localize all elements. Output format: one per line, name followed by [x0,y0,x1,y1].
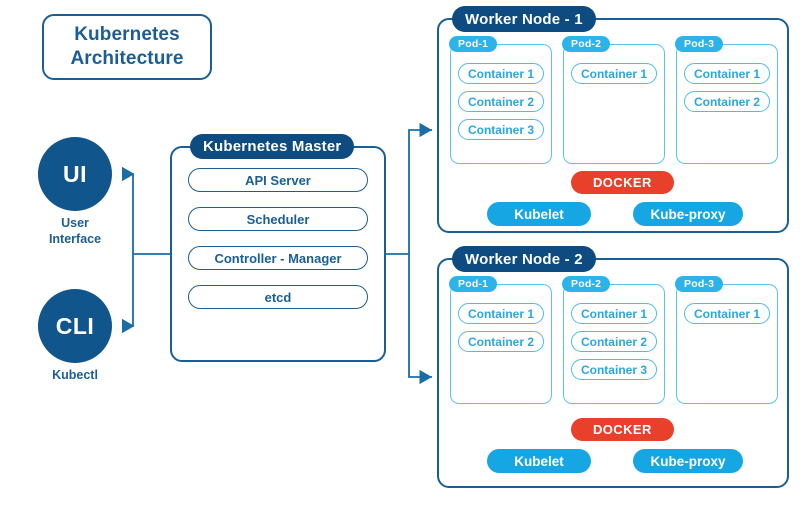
client-ui-label: UI [63,160,87,187]
worker-node-1-pod-2-label: Pod-2 [562,36,611,52]
container-pill: Container 2 [571,331,657,352]
worker-node-1-pod-1: Pod-1 Container 1 Container 2 Container … [449,36,552,164]
container-pill: Container 3 [458,119,544,140]
worker-node-2-pod-3: Pod-3 Container 1 [675,276,778,404]
master-component-api-server-label: API Server [245,172,311,188]
kubernetes-master-header-label: Kubernetes Master [203,138,342,155]
master-component-scheduler-label: Scheduler [246,211,310,227]
page-title: Kubernetes Architecture [70,23,183,71]
worker-node-2-docker-label: DOCKER [593,422,652,437]
worker-node-2-kube-proxy-label: Kube-proxy [650,453,726,469]
worker-node-1-kube-proxy-label: Kube-proxy [650,206,726,222]
container-pill: Container 1 [684,303,770,324]
worker-node-2-pod-1-label: Pod-1 [449,276,498,292]
master-component-scheduler: Scheduler [188,207,368,231]
container-pill: Container 1 [458,63,544,84]
master-component-api-server: API Server [188,168,368,192]
container-pill: Container 1 [458,303,544,324]
kubernetes-master-components: API Server Scheduler Controller - Manage… [170,168,386,309]
worker-node-1-pods: Pod-1 Container 1 Container 2 Container … [449,36,778,164]
worker-node-1-docker-pill: DOCKER [571,171,674,194]
worker-node-2-pod-2-label: Pod-2 [562,276,611,292]
container-pill: Container 2 [458,331,544,352]
client-ui-caption: User Interface [15,216,135,247]
worker-node-2-pod-2: Pod-2 Container 1 Container 2 Container … [562,276,665,404]
worker-node-1-header-label: Worker Node - 1 [465,10,583,28]
worker-node-1-kube-proxy-pill: Kube-proxy [633,202,743,226]
container-pill: Container 2 [458,91,544,112]
page-title-line-2: Architecture [70,48,184,69]
master-component-controller-manager-label: Controller - Manager [214,250,342,266]
client-ui-circle: UI [38,137,112,211]
worker-node-1-kubelet-pill: Kubelet [487,202,591,226]
kubernetes-architecture-diagram: Kubernetes Architecture UI User Interfac… [0,0,800,506]
worker-node-1-pod-2: Pod-2 Container 1 [562,36,665,164]
worker-node-2-header-label: Worker Node - 2 [465,250,583,268]
container-pill: Container 2 [684,91,770,112]
worker-node-2-kubelet-pill: Kubelet [487,449,591,473]
client-ui-caption-line-2: Interface [48,231,102,246]
page-title-line-1: Kubernetes [74,24,180,46]
worker-node-1-pod-3: Pod-3 Container 1 Container 2 [675,36,778,164]
worker-node-2-kubelet-label: Kubelet [514,453,564,469]
master-component-controller-manager: Controller - Manager [188,246,368,270]
worker-node-2-pods: Pod-1 Container 1 Container 2 Pod-2 Cont… [449,276,778,404]
worker-node-1-header: Worker Node - 1 [452,6,596,32]
container-pill: Container 1 [571,303,657,324]
container-pill: Container 1 [571,63,657,84]
worker-node-2-docker-pill: DOCKER [571,418,674,441]
client-cli-circle: CLI [38,289,112,363]
client-ui-caption-line-1: User [61,216,89,230]
worker-node-1-pod-3-label: Pod-3 [675,36,724,52]
worker-node-2-pod-1: Pod-1 Container 1 Container 2 [449,276,552,404]
client-cli-label: CLI [55,312,95,339]
worker-node-2-header: Worker Node - 2 [452,246,596,272]
master-component-etcd-label: etcd [264,289,292,305]
worker-node-1-kubelet-label: Kubelet [514,206,564,222]
kubernetes-master-header: Kubernetes Master [190,134,355,159]
master-component-etcd: etcd [188,285,368,309]
worker-node-2-pod-3-label: Pod-3 [675,276,724,292]
client-cli-caption: Kubectl [15,368,135,384]
worker-node-1-pod-1-label: Pod-1 [449,36,498,52]
container-pill: Container 3 [571,359,657,380]
diagram-title-box: Kubernetes Architecture [42,14,212,80]
client-cli-caption-line-1: Kubectl [52,368,98,382]
worker-node-1-docker-label: DOCKER [593,175,652,190]
container-pill: Container 1 [684,63,770,84]
worker-node-2-kube-proxy-pill: Kube-proxy [633,449,743,473]
